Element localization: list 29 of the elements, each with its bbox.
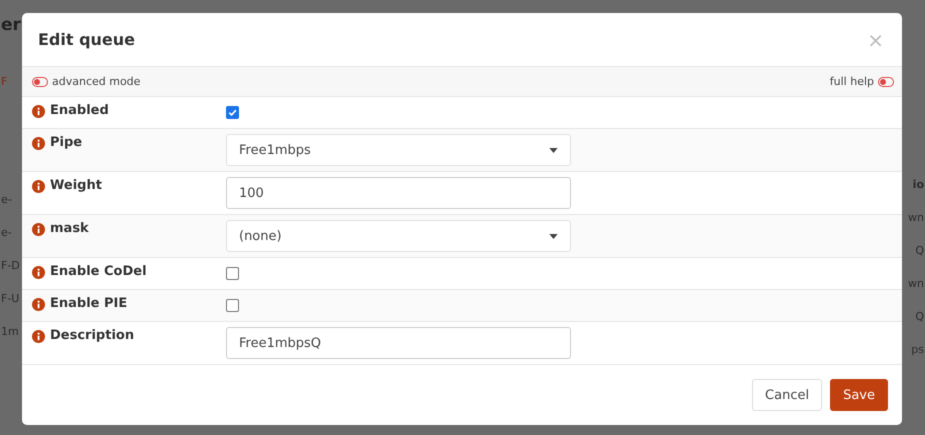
field-label: Description (50, 328, 134, 343)
page-text: e- (0, 225, 13, 241)
field-label: mask (50, 221, 89, 236)
page-text: F-D (0, 258, 21, 274)
field-label: Enabled (50, 103, 109, 118)
page-text: ps (910, 342, 925, 358)
page-text: wn (907, 210, 925, 226)
toggle-label[interactable]: full help (830, 75, 874, 88)
field-label: Weight (50, 178, 102, 193)
page-text: io (912, 177, 925, 193)
field-label: Enable PIE (50, 296, 128, 311)
text-field[interactable]: Free1mbpsQ (226, 327, 571, 359)
dropdown[interactable]: (none) (226, 220, 571, 252)
field-label: Enable CoDel (50, 264, 147, 279)
page-text: 1m (0, 324, 20, 340)
page-text: F (0, 74, 8, 90)
dropdown[interactable]: Free1mbps (226, 134, 571, 166)
save-button[interactable]: Save (830, 379, 888, 411)
page-text: Q (914, 243, 925, 259)
cancel-button[interactable]: Cancel (752, 379, 822, 411)
page-text: wn (907, 276, 925, 292)
text-field[interactable]: 100 (226, 177, 571, 209)
dialog-title: Edit queue (38, 30, 136, 49)
page-text: F-U (0, 291, 20, 307)
page-text: er (0, 14, 22, 37)
page-text: Q (914, 309, 925, 325)
toggle-label[interactable]: advanced mode (52, 75, 140, 88)
page-text: e- (0, 192, 13, 208)
field-label: Pipe (50, 135, 82, 150)
